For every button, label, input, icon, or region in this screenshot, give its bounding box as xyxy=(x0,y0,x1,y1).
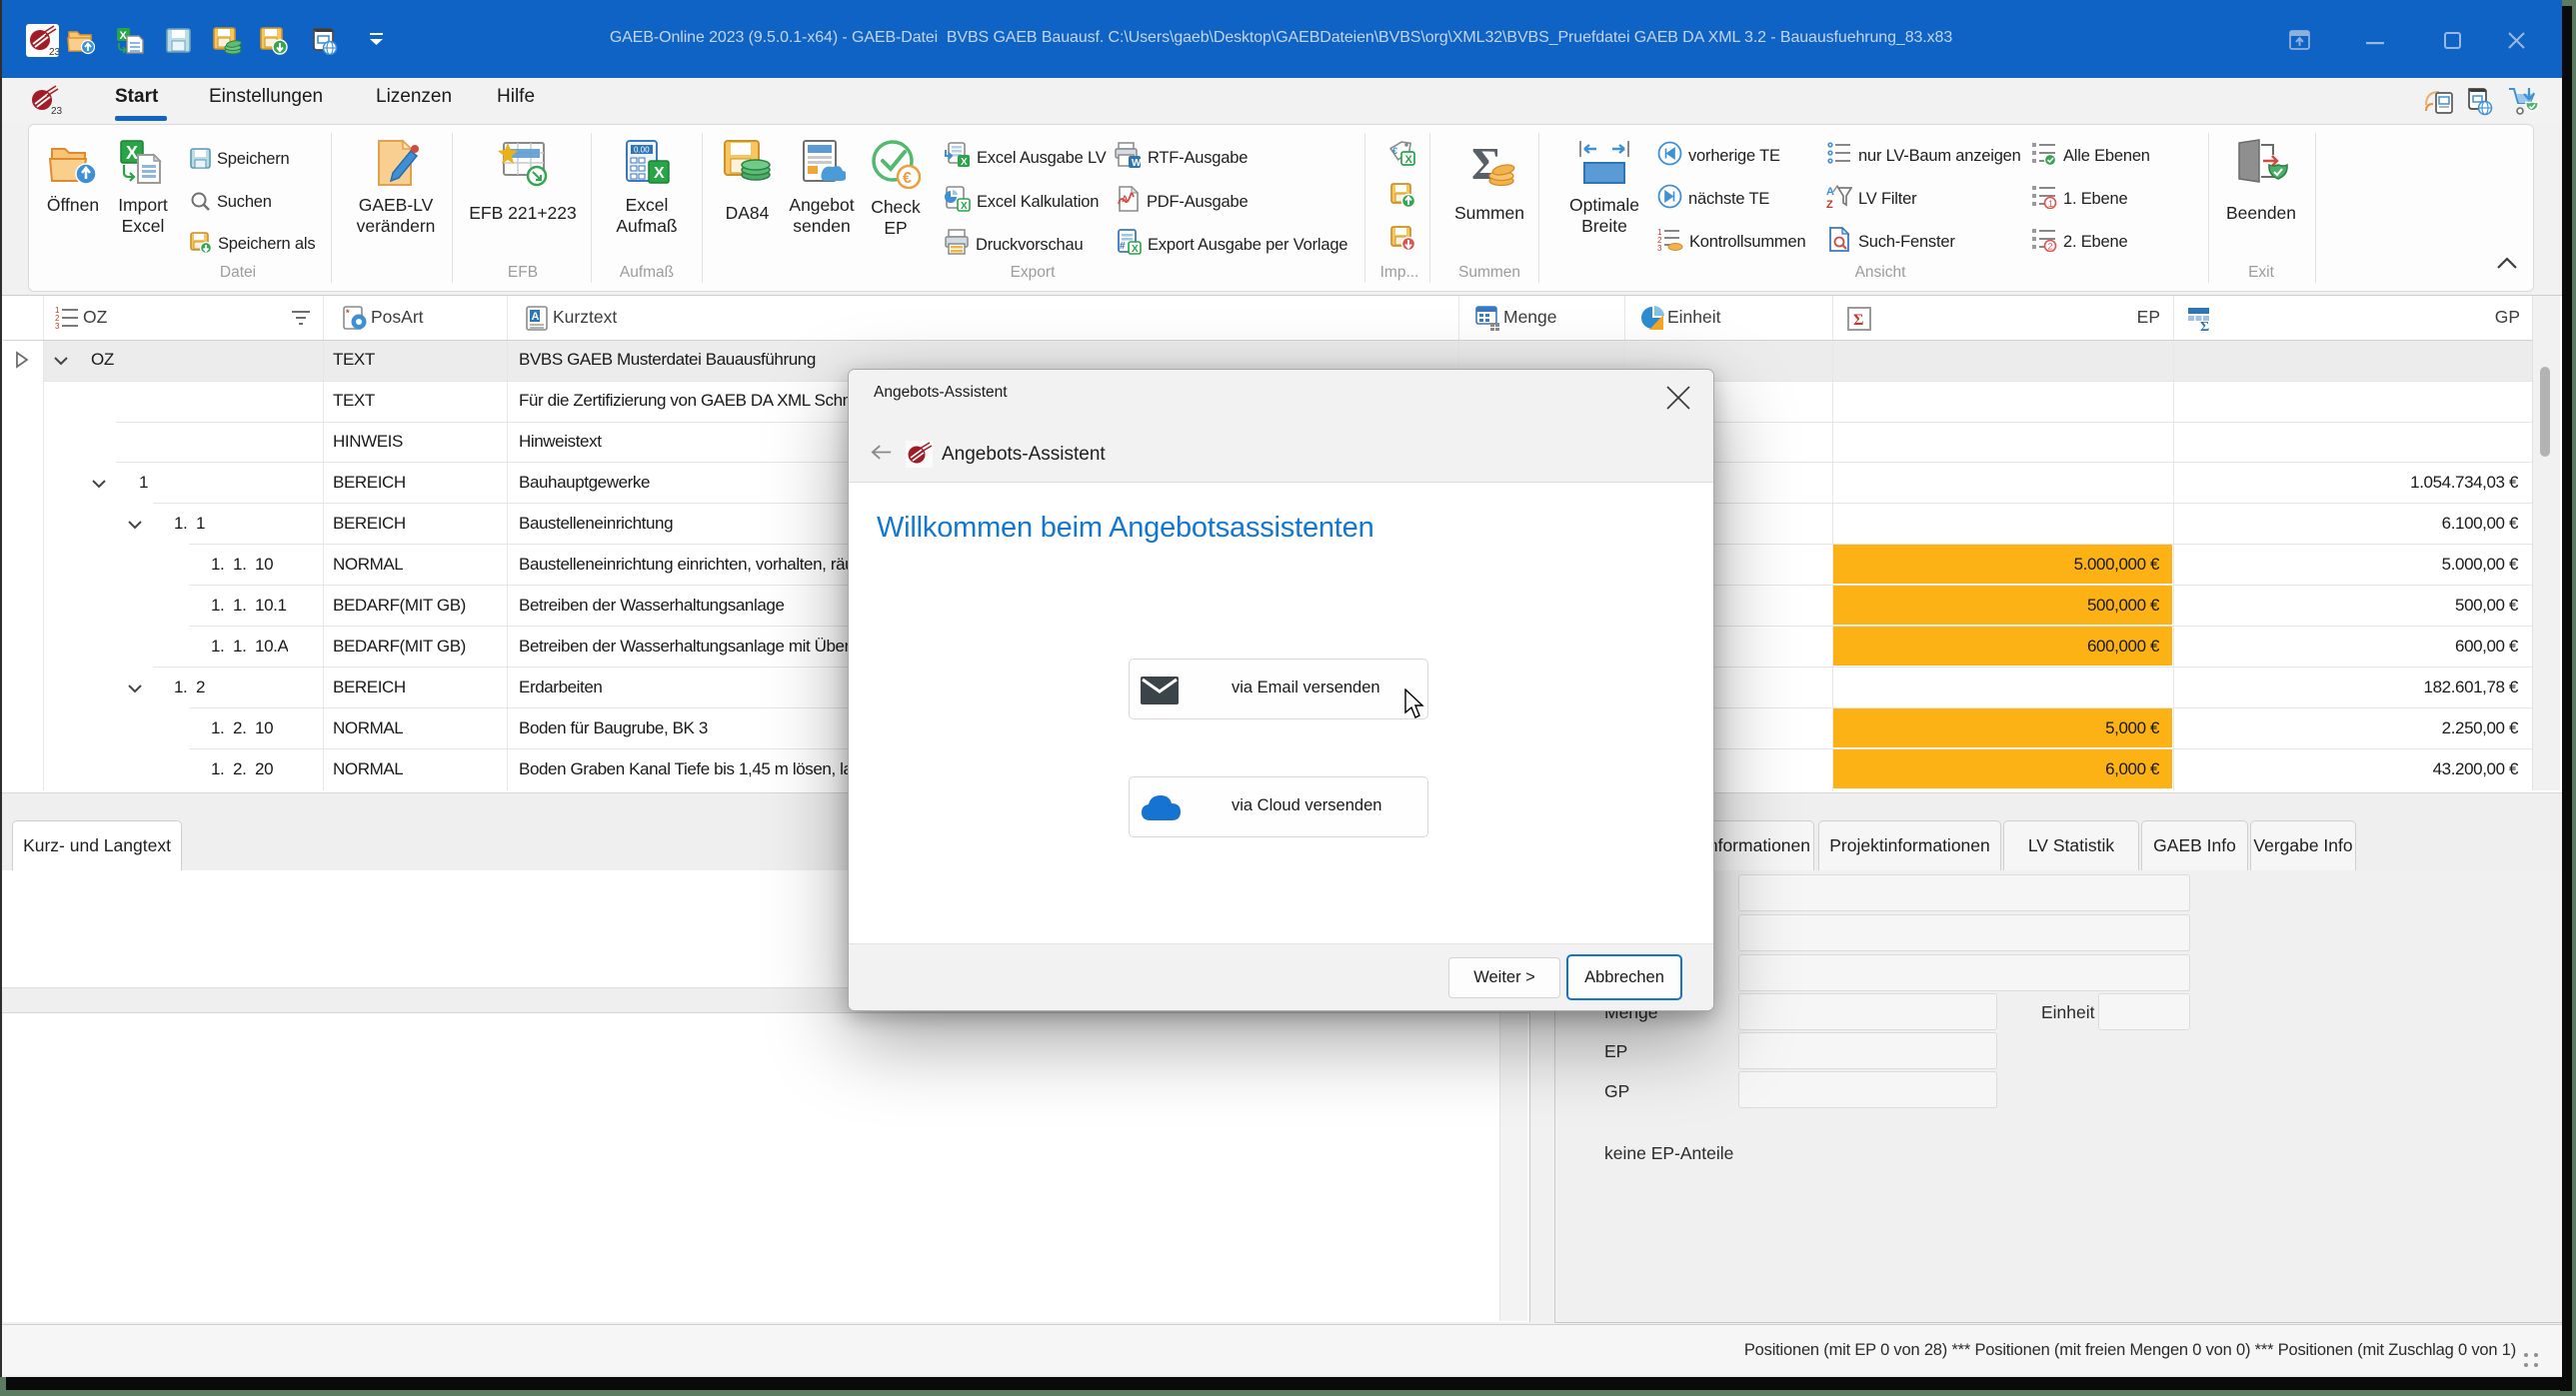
svg-text:X: X xyxy=(961,157,968,168)
svg-text:Σ: Σ xyxy=(2200,320,2209,332)
svg-text:#: # xyxy=(1120,241,1126,252)
svg-text:X: X xyxy=(961,201,968,212)
svg-text:2: 2 xyxy=(2048,242,2053,252)
svg-text:X: X xyxy=(126,143,138,163)
svg-text:Z: Z xyxy=(1826,199,1833,209)
svg-text:0.00: 0.00 xyxy=(634,146,650,155)
svg-text:W: W xyxy=(1132,158,1142,168)
svg-text:€: € xyxy=(903,170,912,187)
svg-text:3: 3 xyxy=(1657,244,1662,252)
svg-text:23: 23 xyxy=(49,47,59,57)
svg-text:X: X xyxy=(1132,244,1139,255)
svg-text:X: X xyxy=(654,165,665,182)
svg-text:*: * xyxy=(346,308,350,318)
svg-text:23: 23 xyxy=(51,106,63,115)
svg-text:Σ: Σ xyxy=(1853,312,1863,329)
svg-text:X: X xyxy=(1405,154,1413,166)
svg-text:€: € xyxy=(1392,146,1397,156)
svg-text:A: A xyxy=(1826,186,1834,198)
svg-text:1: 1 xyxy=(2048,199,2053,209)
svg-text:3: 3 xyxy=(55,322,60,331)
svg-text:A: A xyxy=(532,311,540,323)
svg-text:A: A xyxy=(1122,194,1129,204)
